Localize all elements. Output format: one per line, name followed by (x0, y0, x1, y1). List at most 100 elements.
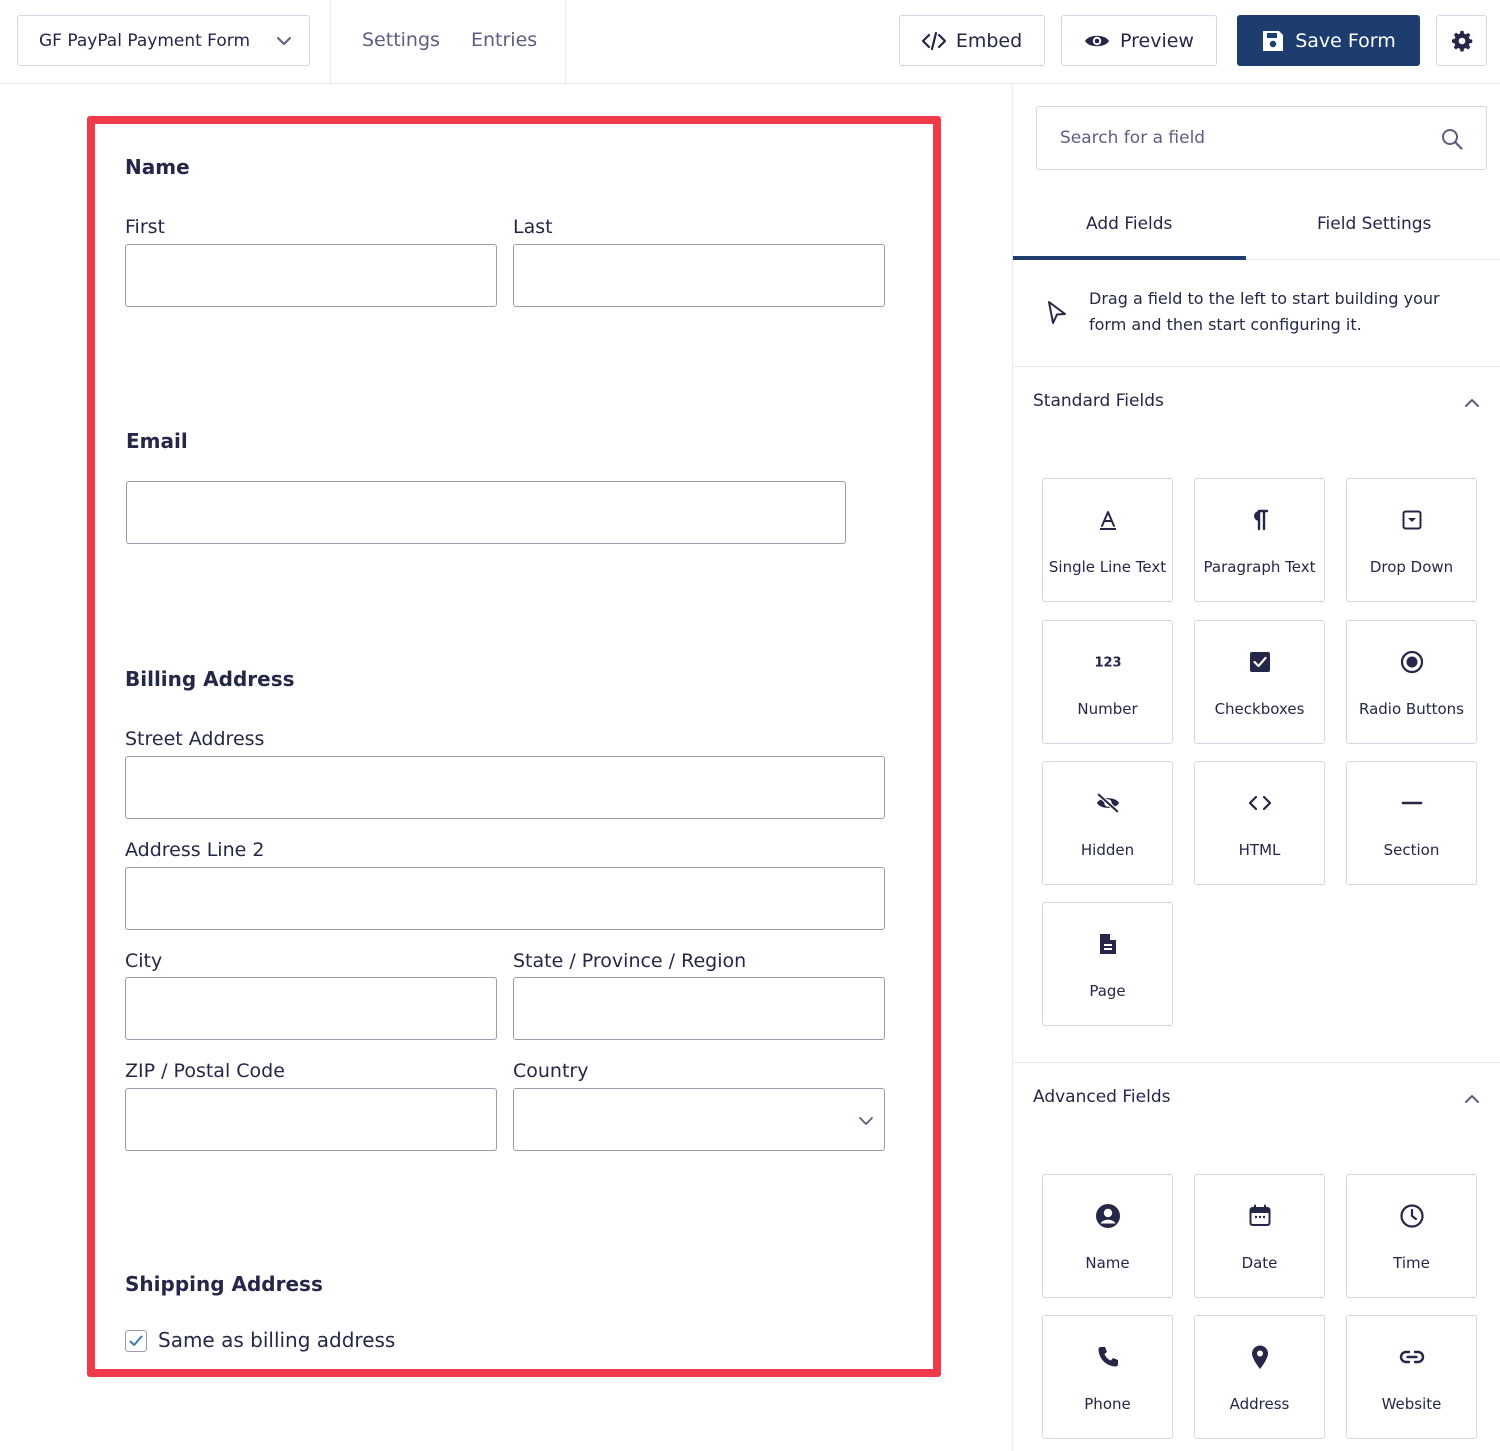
field-button-paragraph-text[interactable]: Paragraph Text (1194, 478, 1325, 602)
eye-icon (1085, 35, 1110, 46)
field-sidebar: Add Fields Field Settings Drag a field t… (1012, 84, 1500, 1451)
advanced-fields-title: Advanced Fields (1033, 1087, 1171, 1107)
code-icon (921, 31, 946, 50)
divider (330, 0, 331, 84)
country-label: Country (513, 1060, 589, 1082)
same-as-billing-checkbox[interactable] (125, 1330, 147, 1352)
city-input[interactable] (125, 977, 497, 1040)
field-button-section[interactable]: Section (1346, 761, 1477, 885)
field-button-label: HTML (1238, 841, 1281, 859)
save-form-label: Save Form (1295, 29, 1396, 52)
city-label: City (125, 950, 163, 972)
search-icon (1442, 129, 1463, 150)
field-button-label: Section (1383, 841, 1440, 859)
field-button-time[interactable]: Time (1346, 1174, 1477, 1298)
form-switcher[interactable]: GF PayPal Payment Form (17, 15, 310, 66)
checkbox-icon (1247, 649, 1273, 675)
preview-button[interactable]: Preview (1061, 15, 1217, 66)
field-button-drop-down[interactable]: Drop Down (1346, 478, 1477, 602)
field-button-label: Radio Buttons (1359, 700, 1464, 718)
drag-hint: Drag a field to the left to start buildi… (1089, 289, 1440, 334)
standard-fields-title: Standard Fields (1033, 391, 1164, 411)
email-input[interactable] (126, 481, 846, 544)
checkmark-icon (129, 1335, 143, 1346)
embed-label: Embed (955, 29, 1023, 52)
zip-input[interactable] (125, 1088, 497, 1151)
field-button-label: Name (1085, 1254, 1130, 1272)
chevron-up-icon[interactable] (1463, 1090, 1481, 1108)
number-icon: 123 (1095, 649, 1121, 675)
last-name-label: Last (513, 216, 553, 238)
same-as-billing-label[interactable]: Same as billing address (158, 1328, 395, 1352)
field-button-phone[interactable]: Phone (1042, 1315, 1173, 1439)
field-button-hidden[interactable]: Hidden (1042, 761, 1173, 885)
address-line2-input[interactable] (125, 867, 885, 930)
save-form-button[interactable]: Save Form (1237, 15, 1420, 66)
street-address-input[interactable] (125, 756, 885, 819)
user-icon (1095, 1203, 1121, 1229)
map-pin-icon (1247, 1344, 1273, 1370)
email-section-title: Email (126, 429, 188, 453)
field-button-page[interactable]: Page (1042, 902, 1173, 1026)
top-bar: GF PayPal Payment Form Settings Entries … (0, 0, 1500, 84)
floppy-disk-icon (1263, 30, 1284, 51)
field-button-label: Number (1077, 700, 1138, 718)
clock-icon (1399, 1203, 1425, 1229)
field-button-label: Address (1229, 1395, 1290, 1413)
chevron-up-icon[interactable] (1463, 394, 1481, 412)
paragraph-icon (1247, 507, 1273, 533)
divider (565, 0, 566, 84)
field-button-website[interactable]: Website (1346, 1315, 1477, 1439)
address-line2-label: Address Line 2 (125, 839, 265, 861)
field-button-label: Phone (1084, 1395, 1131, 1413)
field-button-label: Single Line Text (1048, 558, 1167, 576)
field-button-checkboxes[interactable]: Checkboxes (1194, 620, 1325, 744)
link-icon (1399, 1344, 1425, 1370)
phone-icon (1095, 1344, 1121, 1370)
country-select[interactable] (513, 1088, 885, 1151)
field-button-number[interactable]: 123 Number (1042, 620, 1173, 744)
field-button-label: Time (1393, 1254, 1430, 1272)
field-button-label: Hidden (1080, 841, 1135, 859)
field-search (1036, 106, 1487, 170)
field-button-date[interactable]: Date (1194, 1174, 1325, 1298)
chevron-down-icon (277, 37, 291, 45)
street-address-label: Street Address (125, 728, 265, 750)
field-button-label: Drop Down (1369, 558, 1454, 576)
cursor-pointer-icon (1048, 301, 1066, 324)
radio-icon (1399, 649, 1425, 675)
field-button-single-line-text[interactable]: Single Line Text (1042, 478, 1173, 602)
preview-label: Preview (1120, 29, 1194, 52)
tab-field-settings[interactable]: Field Settings (1317, 214, 1431, 234)
field-button-html[interactable]: HTML (1194, 761, 1325, 885)
gear-icon (1451, 30, 1472, 51)
field-button-label: Paragraph Text (1203, 558, 1316, 576)
eye-slash-icon (1095, 790, 1121, 816)
dropdown-icon (1399, 507, 1425, 533)
chevron-down-icon (859, 1117, 873, 1125)
field-button-label: Website (1381, 1395, 1442, 1413)
search-input[interactable] (1037, 107, 1417, 169)
text-icon (1095, 507, 1121, 533)
first-name-input[interactable] (125, 244, 497, 307)
tab-add-fields[interactable]: Add Fields (1086, 214, 1172, 234)
settings-button[interactable] (1436, 15, 1487, 66)
form-switcher-label: GF PayPal Payment Form (39, 30, 251, 51)
name-section-title: Name (125, 155, 190, 179)
state-label: State / Province / Region (513, 950, 747, 972)
field-button-address[interactable]: Address (1194, 1315, 1325, 1439)
field-button-label: Date (1241, 1254, 1278, 1272)
zip-label: ZIP / Postal Code (125, 1060, 285, 1082)
calendar-icon (1247, 1203, 1273, 1229)
nav-link-settings[interactable]: Settings (362, 29, 440, 51)
nav-link-entries[interactable]: Entries (471, 29, 537, 51)
embed-button[interactable]: Embed (899, 15, 1045, 66)
page-icon (1095, 931, 1121, 957)
first-name-label: First (125, 216, 165, 238)
state-input[interactable] (513, 977, 885, 1040)
last-name-input[interactable] (513, 244, 885, 307)
field-button-name[interactable]: Name (1042, 1174, 1173, 1298)
field-button-label: Page (1089, 982, 1126, 1000)
field-button-radio-buttons[interactable]: Radio Buttons (1346, 620, 1477, 744)
field-button-label: Checkboxes (1214, 700, 1305, 718)
